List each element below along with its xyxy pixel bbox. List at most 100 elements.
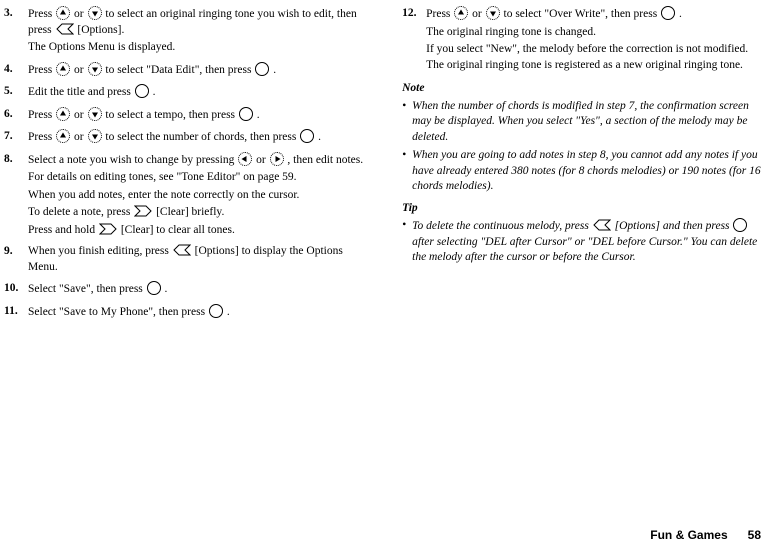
text: or bbox=[74, 64, 86, 76]
step-6: 6. Press or to select a tempo, then pres… bbox=[4, 107, 374, 126]
text: to select a tempo, then press bbox=[105, 109, 238, 121]
text: [Options] and then press bbox=[615, 220, 733, 232]
bullet-icon: • bbox=[402, 99, 412, 146]
text: or bbox=[472, 8, 484, 20]
step-5: 5. Edit the title and press . bbox=[4, 84, 374, 103]
text: . bbox=[153, 86, 156, 98]
step-body: Select a note you wish to change by pres… bbox=[28, 152, 374, 241]
options-softkey-icon bbox=[593, 219, 611, 231]
step-body: Press or to select "Over Write", then pr… bbox=[426, 6, 765, 75]
step-number: 11. bbox=[4, 304, 28, 323]
step-subtext: The original ringing tone is changed. bbox=[426, 25, 765, 41]
up-arrow-icon bbox=[56, 107, 70, 121]
down-arrow-icon bbox=[88, 6, 102, 20]
text: When you finish editing, press bbox=[28, 245, 172, 257]
ok-button-icon bbox=[661, 6, 675, 20]
options-softkey-icon bbox=[56, 23, 74, 35]
ok-button-icon bbox=[239, 107, 253, 121]
right-column: 12. Press or to select "Over Write", the… bbox=[402, 6, 765, 326]
text: [Clear] to clear all tones. bbox=[121, 224, 235, 236]
text: Edit the title and press bbox=[28, 86, 134, 98]
page-footer: Fun & Games 58 bbox=[650, 527, 761, 543]
text: . bbox=[318, 131, 321, 143]
step-body: Press or to select an original ringing t… bbox=[28, 6, 374, 58]
footer-page-number: 58 bbox=[748, 528, 761, 542]
right-arrow-icon bbox=[270, 152, 284, 166]
step-body: Press or to select "Data Edit", then pre… bbox=[28, 62, 374, 81]
bullet-icon: • bbox=[402, 148, 412, 195]
step-body: Edit the title and press . bbox=[28, 84, 374, 103]
text: or bbox=[74, 8, 86, 20]
note-text: When the number of chords is modified in… bbox=[412, 99, 765, 146]
down-arrow-icon bbox=[486, 6, 500, 20]
up-arrow-icon bbox=[454, 6, 468, 20]
text: or bbox=[74, 131, 86, 143]
text: , then edit notes. bbox=[287, 154, 363, 166]
down-arrow-icon bbox=[88, 62, 102, 76]
text: Press bbox=[28, 131, 55, 143]
footer-section: Fun & Games bbox=[650, 528, 727, 542]
text: . bbox=[679, 8, 682, 20]
ok-button-icon bbox=[255, 62, 269, 76]
text: to select "Over Write", then press bbox=[504, 8, 661, 20]
ok-button-icon bbox=[209, 304, 223, 318]
step-number: 4. bbox=[4, 62, 28, 81]
clear-softkey-icon bbox=[99, 223, 117, 235]
text: to select "Data Edit", then press bbox=[105, 64, 254, 76]
bullet-icon: • bbox=[402, 218, 412, 266]
step-4: 4. Press or to select "Data Edit", then … bbox=[4, 62, 374, 81]
text: Select a note you wish to change by pres… bbox=[28, 154, 237, 166]
text: To delete a note, press bbox=[28, 206, 133, 218]
text: to select the number of chords, then pre… bbox=[105, 131, 299, 143]
text: Press and hold bbox=[28, 224, 98, 236]
step-number: 5. bbox=[4, 84, 28, 103]
step-body: Select "Save to My Phone", then press . bbox=[28, 304, 374, 323]
step-body: Press or to select a tempo, then press . bbox=[28, 107, 374, 126]
step-number: 9. bbox=[4, 244, 28, 277]
ok-button-icon bbox=[300, 129, 314, 143]
step-11: 11. Select "Save to My Phone", then pres… bbox=[4, 304, 374, 323]
text: or bbox=[256, 154, 268, 166]
tip-heading: Tip bbox=[402, 201, 765, 217]
left-column: 3. Press or to select an original ringin… bbox=[4, 6, 374, 326]
tip-text: To delete the continuous melody, press [… bbox=[412, 218, 765, 266]
text: after selecting "DEL after Cursor" or "D… bbox=[412, 236, 757, 264]
step-subtext: When you add notes, enter the note corre… bbox=[28, 188, 374, 204]
step-number: 8. bbox=[4, 152, 28, 241]
step-number: 12. bbox=[402, 6, 426, 75]
text: Select "Save", then press bbox=[28, 283, 146, 295]
down-arrow-icon bbox=[88, 129, 102, 143]
step-body: Press or to select the number of chords,… bbox=[28, 129, 374, 148]
text: or bbox=[74, 109, 86, 121]
steps-list-left: 3. Press or to select an original ringin… bbox=[4, 6, 374, 322]
step-subtext: For details on editing tones, see "Tone … bbox=[28, 170, 374, 186]
ok-button-icon bbox=[135, 84, 149, 98]
text: . bbox=[165, 283, 168, 295]
step-12: 12. Press or to select "Over Write", the… bbox=[402, 6, 765, 75]
left-arrow-icon bbox=[238, 152, 252, 166]
step-number: 7. bbox=[4, 129, 28, 148]
up-arrow-icon bbox=[56, 6, 70, 20]
document-page: 3. Press or to select an original ringin… bbox=[0, 0, 783, 326]
text: Press bbox=[426, 8, 453, 20]
tip-item: • To delete the continuous melody, press… bbox=[402, 218, 765, 266]
text: . bbox=[273, 64, 276, 76]
down-arrow-icon bbox=[88, 107, 102, 121]
text: Select "Save to My Phone", then press bbox=[28, 306, 208, 318]
text: . bbox=[257, 109, 260, 121]
step-9: 9. When you finish editing, press [Optio… bbox=[4, 244, 374, 277]
step-number: 10. bbox=[4, 281, 28, 300]
text: [Clear] briefly. bbox=[156, 206, 224, 218]
note-heading: Note bbox=[402, 81, 765, 97]
options-softkey-icon bbox=[173, 244, 191, 256]
note-item: • When the number of chords is modified … bbox=[402, 99, 765, 146]
up-arrow-icon bbox=[56, 129, 70, 143]
text: . bbox=[227, 306, 230, 318]
text: Press bbox=[28, 64, 55, 76]
step-number: 6. bbox=[4, 107, 28, 126]
up-arrow-icon bbox=[56, 62, 70, 76]
text: Press bbox=[28, 109, 55, 121]
step-subtext: If you select "New", the melody before t… bbox=[426, 42, 765, 73]
text: Press bbox=[28, 8, 55, 20]
step-body: When you finish editing, press [Options]… bbox=[28, 244, 374, 277]
